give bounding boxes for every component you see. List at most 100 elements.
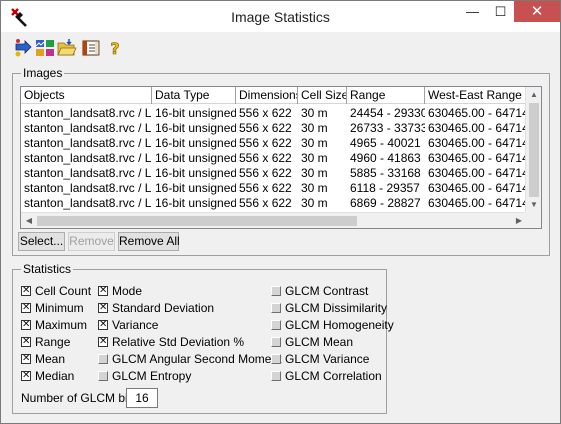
export-icon[interactable] [81,38,101,58]
table-row[interactable]: stanton_landsat8.rvc / LC 16-bit unsigned… [21,106,527,121]
unchecked-box-icon[interactable] [271,354,281,364]
cell-dimensions: 556 x 622 [239,136,292,150]
cell-dimensions: 556 x 622 [239,151,292,165]
scroll-left-icon[interactable]: ◀ [21,213,37,228]
cell-west-east-range: 630465.00 - 647145. [428,166,527,180]
images-icon[interactable] [35,38,55,58]
unchecked-box-icon[interactable] [98,354,108,364]
cell-cell-size: 30 m [301,181,328,195]
cell-object: stanton_landsat8.rvc / LC [24,166,152,180]
cell-range: 24454 - 29330 [350,106,425,120]
horizontal-scroll-thumb[interactable] [37,216,357,226]
checked-box-icon[interactable] [98,302,108,314]
checkbox-label: GLCM Contrast [285,284,369,298]
cell-object: stanton_landsat8.rvc / LC [24,136,152,150]
cell-range: 4960 - 41863 [350,151,421,165]
checked-box-icon[interactable] [98,336,108,348]
checkbox-label: GLCM Angular Second Moment [112,352,282,366]
cell-object: stanton_landsat8.rvc / LC [24,151,152,165]
table-row[interactable]: stanton_landsat8.rvc / LC 16-bit unsigned… [21,166,527,181]
image-statistics-window: Image Statistics — ☐ ✕ ? Images Objects … [0,0,561,424]
col-cell-size[interactable]: Cell Size [298,87,347,104]
checked-box-icon[interactable] [98,319,108,331]
glcm-bins-label: Number of GLCM bins [21,391,141,405]
cell-dimensions: 556 x 622 [239,121,292,135]
cell-cell-size: 30 m [301,196,328,210]
vertical-scroll-thumb[interactable] [529,103,539,197]
table-row[interactable]: stanton_landsat8.rvc / LC 16-bit unsigned… [21,196,527,211]
checked-box-icon[interactable] [21,336,31,348]
col-data-type[interactable]: Data Type [152,87,236,104]
unchecked-box-icon[interactable] [271,303,281,313]
cell-west-east-range: 630465.00 - 647145. [428,181,527,195]
remove-all-button[interactable]: Remove All [118,232,180,251]
unchecked-box-icon[interactable] [271,371,281,381]
cell-dimensions: 556 x 622 [239,106,292,120]
checkbox-label: Variance [112,318,159,332]
help-icon[interactable]: ? [105,38,125,59]
remove-button[interactable]: Remove [68,232,115,251]
checkbox-label: Relative Std Deviation % [112,335,245,349]
cell-west-east-range: 630465.00 - 647145. [428,151,527,165]
checked-box-icon[interactable] [21,302,31,314]
col-west-east-range[interactable]: West-East Range [425,87,527,104]
checked-box-icon[interactable] [21,285,31,297]
statistics-legend: Statistics [21,262,74,276]
checked-box-icon[interactable] [21,353,31,365]
checkbox-label: Cell Count [35,284,92,298]
scrollbar-corner [525,212,541,228]
cell-range: 5885 - 33168 [350,166,421,180]
cell-cell-size: 30 m [301,106,328,120]
svg-text:?: ? [110,39,119,58]
table-row[interactable]: stanton_landsat8.rvc / LC 16-bit unsigned… [21,181,527,196]
cell-cell-size: 30 m [301,151,328,165]
minimize-button[interactable]: — [459,1,486,22]
maximize-button[interactable]: ☐ [487,1,514,22]
images-table[interactable]: Objects Data Type Dimensions Cell Size R… [20,86,542,229]
checked-box-icon[interactable] [21,370,31,382]
cell-cell-size: 30 m [301,121,328,135]
cell-range: 6118 - 29357 [350,181,420,195]
table-row[interactable]: stanton_landsat8.rvc / LC 16-bit unsigned… [21,121,527,136]
checkbox-label: GLCM Correlation [285,369,382,383]
scroll-down-icon[interactable]: ▼ [526,197,541,213]
checkbox-label: GLCM Homogeneity [285,318,394,332]
checked-box-icon[interactable] [98,285,108,297]
checkbox-label: GLCM Variance [285,352,370,366]
table-row[interactable]: stanton_landsat8.rvc / LC 16-bit unsigned… [21,151,527,166]
run-icon[interactable] [13,38,33,58]
checkbox-label: Mode [112,284,143,298]
col-objects[interactable]: Objects [21,87,152,104]
col-dimensions[interactable]: Dimensions [236,87,298,104]
cell-data-type: 16-bit unsigned [155,151,236,165]
horizontal-scrollbar[interactable]: ◀ ▶ [21,212,527,228]
title-bar[interactable]: Image Statistics — ☐ ✕ [1,1,560,32]
close-button[interactable]: ✕ [514,1,560,22]
checkbox-label: Minimum [35,301,84,315]
checkbox-label: Mean [35,352,66,366]
open-folder-icon[interactable] [57,38,77,58]
cell-object: stanton_landsat8.rvc / LC [24,121,152,135]
table-row[interactable]: stanton_landsat8.rvc / LC 16-bit unsigned… [21,136,527,151]
col-range[interactable]: Range [347,87,425,104]
cell-cell-size: 30 m [301,136,328,150]
cell-west-east-range: 630465.00 - 647145. [428,121,527,135]
cell-data-type: 16-bit unsigned [155,136,236,150]
unchecked-box-icon[interactable] [98,371,108,381]
cell-data-type: 16-bit unsigned [155,196,236,210]
glcm-bins-input[interactable]: 16 [126,388,158,408]
cell-range: 4965 - 40021 [350,136,421,150]
checkbox-label: Maximum [35,318,88,332]
unchecked-box-icon[interactable] [271,286,281,296]
cell-data-type: 16-bit unsigned [155,121,236,135]
cell-cell-size: 30 m [301,166,328,180]
cell-object: stanton_landsat8.rvc / LC [24,181,152,195]
unchecked-box-icon[interactable] [271,320,281,330]
scroll-up-icon[interactable]: ▲ [526,87,541,103]
select-button[interactable]: Select... [18,232,65,251]
unchecked-box-icon[interactable] [271,337,281,347]
checked-box-icon[interactable] [21,319,31,331]
vertical-scrollbar[interactable]: ▲ ▼ [525,87,541,213]
checkbox-label: GLCM Dissimilarity [285,301,387,315]
checkbox-label: Median [35,369,75,383]
